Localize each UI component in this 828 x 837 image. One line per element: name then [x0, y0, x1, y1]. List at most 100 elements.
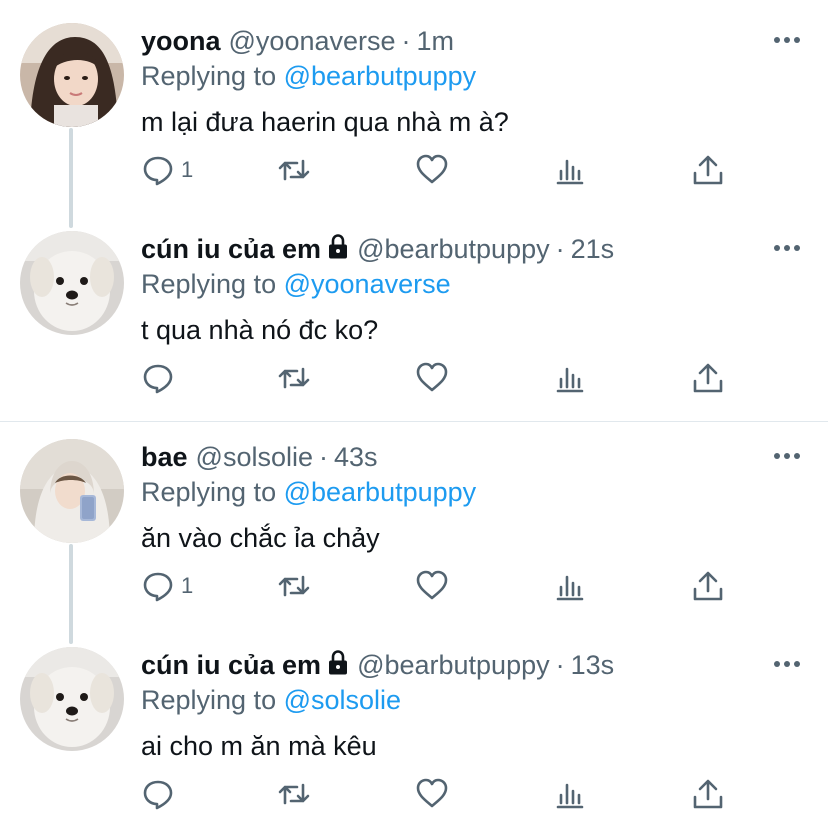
retweet-icon — [278, 367, 310, 389]
tweet[interactable]: cún iu của em @bearbutpuppy · 13s Replyi… — [0, 624, 828, 834]
tweet-actions: 1 — [141, 150, 741, 190]
analytics-button[interactable] — [553, 150, 587, 190]
user-handle[interactable]: @solsolie — [196, 441, 313, 473]
replying-to-mention[interactable]: @yoonaverse — [284, 269, 451, 299]
avatar[interactable] — [20, 647, 124, 751]
tweet-header: bae @solsolie · 43s — [141, 441, 378, 473]
tweet[interactable]: cún iu của em @bearbutpuppy · 21s Replyi… — [0, 208, 828, 418]
reply-button[interactable] — [141, 774, 181, 814]
reply-button[interactable] — [141, 358, 181, 398]
user-handle[interactable]: @bearbutpuppy — [357, 649, 550, 681]
replying-to-label: Replying to — [141, 61, 277, 91]
reply-thread: bae @solsolie · 43s Replying to @bearbut… — [0, 422, 828, 837]
hoodie-mirror-selfie-avatar — [20, 439, 124, 543]
avatar[interactable] — [20, 439, 124, 543]
lock-icon — [327, 234, 349, 260]
share-button[interactable] — [691, 150, 725, 190]
heart-icon — [416, 778, 448, 808]
tweet[interactable]: bae @solsolie · 43s Replying to @bearbut… — [0, 416, 828, 626]
retweet-icon — [278, 575, 310, 597]
separator-dot: · — [555, 234, 565, 264]
retweet-button[interactable] — [277, 358, 311, 398]
timestamp[interactable]: 1m — [417, 25, 455, 57]
share-icon — [693, 155, 723, 185]
reply-thread: yoona @yoonaverse · 1m Replying to @bear… — [0, 0, 828, 421]
retweet-icon — [278, 783, 310, 805]
tweet-text: ai cho m ăn mà kêu — [141, 731, 377, 761]
replying-to-mention[interactable]: @bearbutpuppy — [284, 61, 477, 91]
analytics-button[interactable] — [553, 566, 587, 606]
more-options-icon[interactable] — [772, 238, 802, 258]
analytics-icon — [556, 367, 584, 393]
analytics-button[interactable] — [553, 774, 587, 814]
analytics-icon — [556, 575, 584, 601]
tweet-header: yoona @yoonaverse · 1m — [141, 25, 454, 57]
separator-dot: · — [318, 442, 328, 472]
tweet-actions — [141, 358, 741, 398]
more-options-icon[interactable] — [772, 654, 802, 674]
share-button[interactable] — [691, 566, 725, 606]
share-button[interactable] — [691, 358, 725, 398]
reply-count: 1 — [181, 573, 194, 598]
replying-to-mention[interactable]: @bearbutpuppy — [284, 477, 477, 507]
like-button[interactable] — [415, 566, 449, 606]
tweet-text: t qua nhà nó đc ko? — [141, 315, 379, 345]
tweet-text: ăn vào chắc ỉa chảy — [141, 523, 380, 553]
heart-icon — [416, 154, 448, 184]
reply-icon — [143, 364, 173, 394]
share-button[interactable] — [691, 774, 725, 814]
heart-icon — [416, 570, 448, 600]
analytics-icon — [556, 159, 584, 185]
replying-to: Replying to @bearbutpuppy — [141, 60, 476, 92]
replying-to: Replying to @bearbutpuppy — [141, 476, 476, 508]
tweet-text: m lại đưa haerin qua nhà m à? — [141, 107, 509, 137]
separator-dot: · — [555, 650, 565, 680]
avatar[interactable] — [20, 231, 124, 335]
timestamp[interactable]: 21s — [571, 233, 615, 265]
tweet-header: cún iu của em @bearbutpuppy · 21s — [141, 233, 614, 265]
timestamp[interactable]: 13s — [571, 649, 615, 681]
replying-to-label: Replying to — [141, 269, 277, 299]
timestamp[interactable]: 43s — [334, 441, 378, 473]
white-puppy-avatar — [20, 231, 124, 335]
replying-to-label: Replying to — [141, 477, 277, 507]
reply-icon — [143, 780, 173, 810]
more-options-icon[interactable] — [772, 446, 802, 466]
retweet-icon — [278, 159, 310, 181]
analytics-icon — [556, 783, 584, 809]
like-button[interactable] — [415, 774, 449, 814]
tweet-header: cún iu của em @bearbutpuppy · 13s — [141, 649, 614, 681]
reply-count: 1 — [181, 157, 194, 182]
replying-to-label: Replying to — [141, 685, 277, 715]
share-icon — [693, 571, 723, 601]
display-name[interactable]: bae — [141, 441, 188, 473]
display-name[interactable]: yoona — [141, 25, 221, 57]
like-button[interactable] — [415, 150, 449, 190]
girl-selfie-avatar — [20, 23, 124, 127]
more-options-icon[interactable] — [772, 30, 802, 50]
retweet-button[interactable] — [277, 774, 311, 814]
white-puppy-avatar — [20, 647, 124, 751]
tweet[interactable]: yoona @yoonaverse · 1m Replying to @bear… — [0, 0, 828, 210]
share-icon — [693, 779, 723, 809]
tweet-actions: 1 — [141, 566, 741, 606]
share-icon — [693, 363, 723, 393]
like-button[interactable] — [415, 358, 449, 398]
replying-to-mention[interactable]: @solsolie — [284, 685, 401, 715]
tweet-actions — [141, 774, 741, 814]
lock-icon — [327, 650, 349, 676]
replying-to: Replying to @yoonaverse — [141, 268, 451, 300]
separator-dot: · — [401, 26, 411, 56]
reply-icon — [143, 156, 173, 186]
avatar[interactable] — [20, 23, 124, 127]
display-name[interactable]: cún iu của em — [141, 649, 321, 681]
analytics-button[interactable] — [553, 358, 587, 398]
heart-icon — [416, 362, 448, 392]
retweet-button[interactable] — [277, 150, 311, 190]
user-handle[interactable]: @bearbutpuppy — [357, 233, 550, 265]
display-name[interactable]: cún iu của em — [141, 233, 321, 265]
reply-button[interactable]: 1 — [141, 566, 193, 606]
user-handle[interactable]: @yoonaverse — [229, 25, 396, 57]
reply-button[interactable]: 1 — [141, 150, 193, 190]
retweet-button[interactable] — [277, 566, 311, 606]
